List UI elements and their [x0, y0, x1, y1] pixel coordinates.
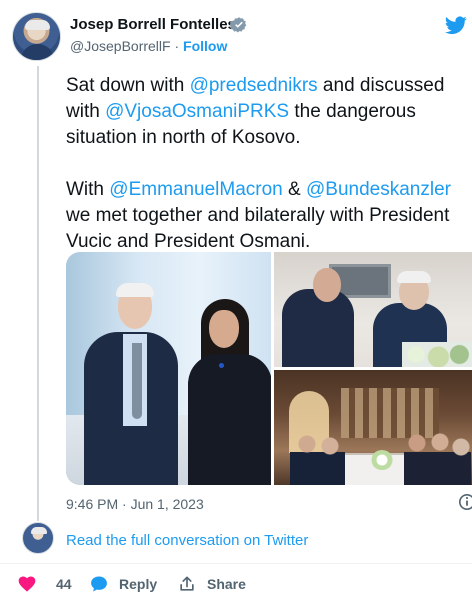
tweet-text-segment: with [66, 101, 106, 122]
read-full-conversation-link[interactable]: Read the full conversation on Twitter [66, 532, 308, 549]
meeting-photo-1[interactable] [66, 252, 271, 485]
tweet-line-1: Sat down with @predsednikrs and discusse… [66, 73, 468, 99]
tweet-line-2: with @VjosaOsmaniPRKS the dangerous [66, 99, 468, 125]
meeting-photo-2[interactable] [274, 252, 472, 367]
share-button[interactable]: Share [177, 572, 246, 596]
mention-emmanuel-macron[interactable]: @EmmanuelMacron [109, 179, 282, 200]
tweet-text-segment: Sat down with [66, 75, 190, 96]
handle-separator: · [174, 38, 180, 54]
tweet-line-4: With @EmmanuelMacron & @Bundeskanzler [66, 177, 468, 203]
like-count: 44 [56, 576, 72, 592]
reply-bubble-icon [91, 576, 107, 592]
follow-button[interactable]: Follow [183, 38, 227, 54]
tweet-actions: 44 Reply Share [0, 572, 472, 596]
action-divider [0, 563, 472, 564]
tweet-text-segment: With [66, 179, 110, 200]
tweet-line-3: situation in north of Kosovo. [66, 127, 301, 148]
handle-row: @JosepBorrellF · Follow [70, 38, 227, 54]
share-upload-icon [180, 576, 194, 591]
tweet-text-segment: and discussed [317, 75, 445, 96]
profile-avatar[interactable] [12, 12, 61, 61]
meeting-photo-3[interactable] [274, 370, 472, 485]
photo-delegation-left [290, 432, 345, 485]
photo-delegation-right [404, 430, 471, 485]
tweet-timestamp[interactable]: 9:46 PM · Jun 1, 2023 [66, 496, 204, 512]
tweet-text-segment: the dangerous [289, 101, 416, 122]
author-name[interactable]: Josep Borrell Fontelles [70, 16, 236, 33]
photo-hair [397, 271, 431, 283]
photo-face [209, 310, 239, 348]
twitter-bird-icon[interactable] [444, 14, 468, 36]
heart-icon [18, 576, 36, 592]
photo-pin [219, 363, 224, 368]
reply-button[interactable]: Reply [89, 572, 157, 596]
mention-bundeskanzler[interactable]: @Bundeskanzler [306, 179, 451, 200]
tweet-photo-grid [66, 252, 472, 485]
share-label: Share [207, 576, 246, 592]
photo-person [282, 289, 354, 367]
mention-predsednikrs[interactable]: @predsednikrs [190, 75, 318, 96]
author-handle[interactable]: @JosepBorrellF [70, 38, 171, 54]
photo-flowers [371, 450, 393, 470]
photo-tie [132, 343, 142, 419]
reply-label: Reply [119, 576, 158, 592]
tweet-line-5: we met together and bilaterally with Pre… [66, 205, 450, 226]
photo-flowers [402, 342, 472, 367]
photo-hair [116, 283, 154, 297]
photo-face [313, 268, 341, 302]
thread-line [37, 66, 39, 521]
info-icon[interactable] [458, 493, 472, 511]
like-button[interactable]: 44 [17, 572, 72, 596]
photo-person [188, 354, 271, 485]
tweet-text-segment: & [282, 179, 306, 200]
tweet-card: Josep Borrell Fontelles @JosepBorrellF ·… [0, 0, 472, 600]
small-profile-avatar[interactable] [22, 522, 54, 554]
mention-vjosa-osmani[interactable]: @VjosaOsmaniPRKS [105, 101, 289, 122]
tweet-text: Sat down with @predsednikrs and discusse… [66, 73, 468, 255]
verified-badge-icon [230, 17, 247, 33]
